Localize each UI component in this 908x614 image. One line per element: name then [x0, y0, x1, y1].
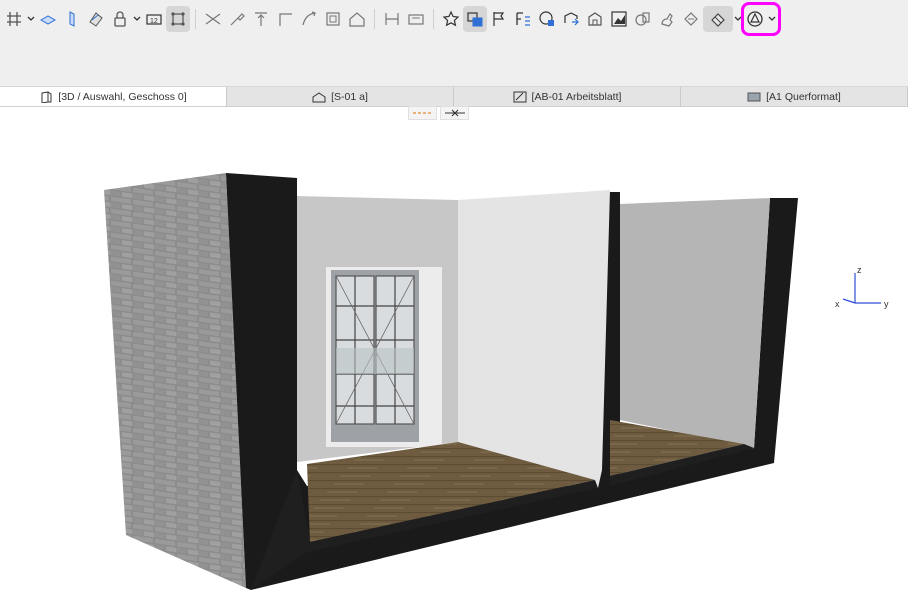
properties-icon[interactable] [511, 6, 535, 32]
right-room-wall[interactable] [620, 198, 770, 448]
building-icon[interactable] [583, 6, 607, 32]
layout-icon[interactable] [404, 6, 428, 32]
triangle-circle-icon[interactable] [743, 6, 767, 32]
chevron-down-icon[interactable] [26, 6, 36, 32]
french-door[interactable] [331, 270, 419, 442]
chevron-down-icon[interactable] [132, 6, 142, 32]
fillet-icon[interactable] [273, 6, 297, 32]
toolbar-divider [374, 9, 375, 29]
star-icon[interactable] [439, 6, 463, 32]
slab-icon[interactable] [36, 6, 60, 32]
tab-label: [A1 Querformat] [766, 90, 841, 103]
brick-wall[interactable] [104, 173, 246, 588]
toolbar-divider [195, 9, 196, 29]
tab-worksheet[interactable]: [AB-01 Arbeitsblatt] [454, 87, 681, 106]
section-icon [312, 91, 326, 102]
view-controls [408, 106, 469, 120]
dimension-icon[interactable]: 12 [142, 6, 166, 32]
flag-icon[interactable] [487, 6, 511, 32]
roof-icon[interactable] [84, 6, 108, 32]
layers-icon[interactable] [463, 6, 487, 32]
duplicate-icon[interactable] [631, 6, 655, 32]
adjust-icon[interactable] [225, 6, 249, 32]
pencil-icon[interactable] [679, 6, 703, 32]
axis-gizmo: z x y [835, 265, 889, 309]
trim-icon[interactable] [201, 6, 225, 32]
view-tab-bar: [3D / Auswahl, Geschoss 0] [S-01 a] [AB-… [0, 86, 908, 107]
send-icon[interactable] [559, 6, 583, 32]
main-toolbar: 12 [0, 0, 908, 38]
tab-layout[interactable]: [A1 Querformat] [681, 87, 908, 106]
cutaway-icon[interactable] [440, 106, 469, 120]
stretch-icon[interactable] [380, 6, 404, 32]
chevron-down-icon[interactable] [767, 6, 777, 32]
svg-text:12: 12 [150, 18, 158, 25]
hand-icon[interactable] [655, 6, 679, 32]
offset-icon[interactable] [321, 6, 345, 32]
chart-icon[interactable] [607, 6, 631, 32]
node-icon[interactable] [166, 6, 190, 32]
axis-x-label: x [835, 299, 840, 309]
axis-y-label: y [884, 299, 889, 309]
curve-icon[interactable] [297, 6, 321, 32]
tab-label: [AB-01 Arbeitsblatt] [531, 90, 622, 103]
elevate-icon[interactable] [249, 6, 273, 32]
cube-icon [41, 90, 52, 103]
worksheet-icon [513, 91, 527, 102]
toolbar-divider [433, 9, 434, 29]
column-icon[interactable] [60, 6, 84, 32]
tab-3d-view[interactable]: [3D / Auswahl, Geschoss 0] [0, 87, 227, 106]
house-icon[interactable] [345, 6, 369, 32]
lock-icon[interactable] [108, 6, 132, 32]
partial-structure-icon[interactable] [703, 6, 733, 32]
partition-wall[interactable] [458, 190, 610, 488]
dashed-line-icon[interactable] [408, 106, 437, 120]
layout-sheet-icon [747, 92, 761, 101]
axis-z-label: z [857, 265, 862, 275]
tab-label: [3D / Auswahl, Geschoss 0] [58, 90, 187, 103]
3d-viewport[interactable] [0, 120, 908, 614]
tab-section[interactable]: [S-01 a] [227, 87, 454, 106]
globe-icon[interactable] [535, 6, 559, 32]
toolbar-empty-area [0, 38, 908, 86]
chevron-down-icon[interactable] [733, 6, 743, 32]
grid-icon[interactable] [2, 6, 26, 32]
tab-label: [S-01 a] [331, 90, 368, 103]
